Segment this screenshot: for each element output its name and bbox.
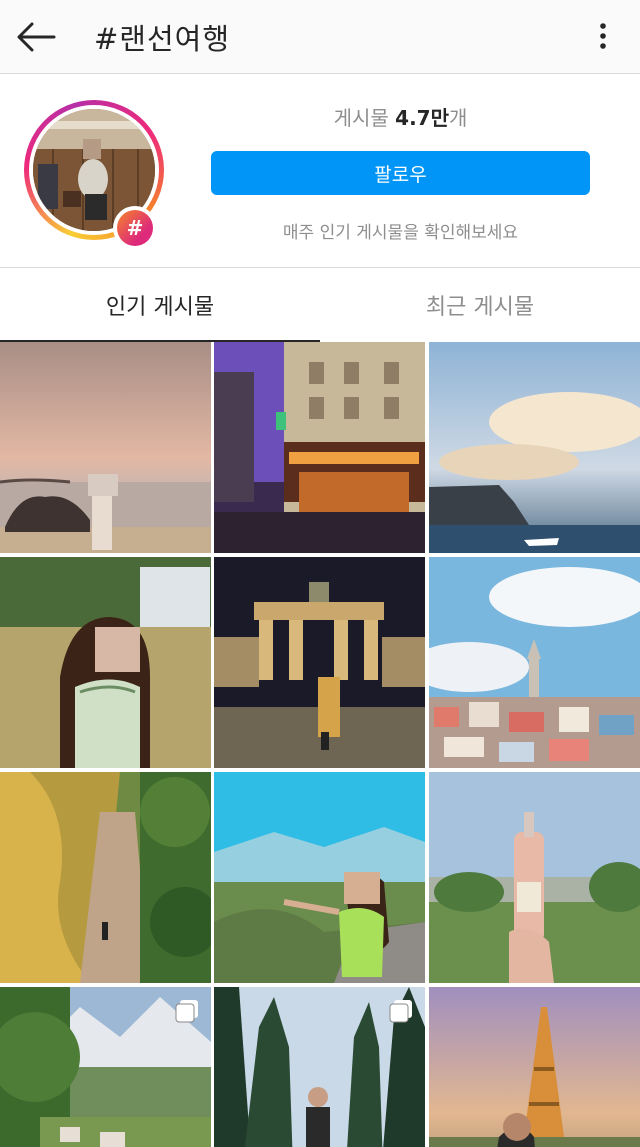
hashtag-badge: # <box>113 206 157 250</box>
more-options-button[interactable] <box>588 20 618 54</box>
post-grid <box>0 342 640 1147</box>
more-vertical-icon <box>600 23 606 49</box>
weekly-top-posts-hint: 매주 인기 게시물을 확인해보세요 <box>282 223 519 243</box>
hashtag-header: # 게시물 4.7만개 팔로우 매주 인기 게시물을 확인해보세요 <box>0 74 640 267</box>
top-app-bar: #랜선여행 <box>0 0 640 74</box>
post-count-label: 게시물 <box>333 106 389 130</box>
tab-recent-posts[interactable]: 최근 게시물 <box>320 268 640 342</box>
multiple-photos-icon <box>175 1000 198 1023</box>
hashtag-icon: # <box>117 210 153 246</box>
arrow-left-icon <box>17 22 56 52</box>
grid-post[interactable] <box>214 987 425 1147</box>
grid-post[interactable] <box>0 557 211 768</box>
hashtag-title: #랜선여행 <box>94 22 231 56</box>
grid-post[interactable] <box>214 557 425 768</box>
grid-post[interactable] <box>429 987 640 1147</box>
grid-post[interactable] <box>0 342 211 553</box>
post-count-suffix: 개 <box>449 106 468 130</box>
grid-post[interactable] <box>429 772 640 983</box>
post-tabs: 인기 게시물 최근 게시물 <box>0 267 640 342</box>
grid-post[interactable] <box>214 772 425 983</box>
grid-post[interactable] <box>214 342 425 553</box>
multiple-photos-icon <box>389 1000 412 1023</box>
post-count-value: 4.7만 <box>395 106 449 130</box>
post-count: 게시물 4.7만개 <box>211 102 590 131</box>
back-button[interactable] <box>14 17 58 57</box>
grid-post[interactable] <box>429 557 640 768</box>
grid-post[interactable] <box>0 987 211 1147</box>
grid-post[interactable] <box>429 342 640 553</box>
grid-post[interactable] <box>0 772 211 983</box>
follow-button[interactable]: 팔로우 <box>211 151 590 195</box>
tab-top-posts[interactable]: 인기 게시물 <box>0 268 320 342</box>
